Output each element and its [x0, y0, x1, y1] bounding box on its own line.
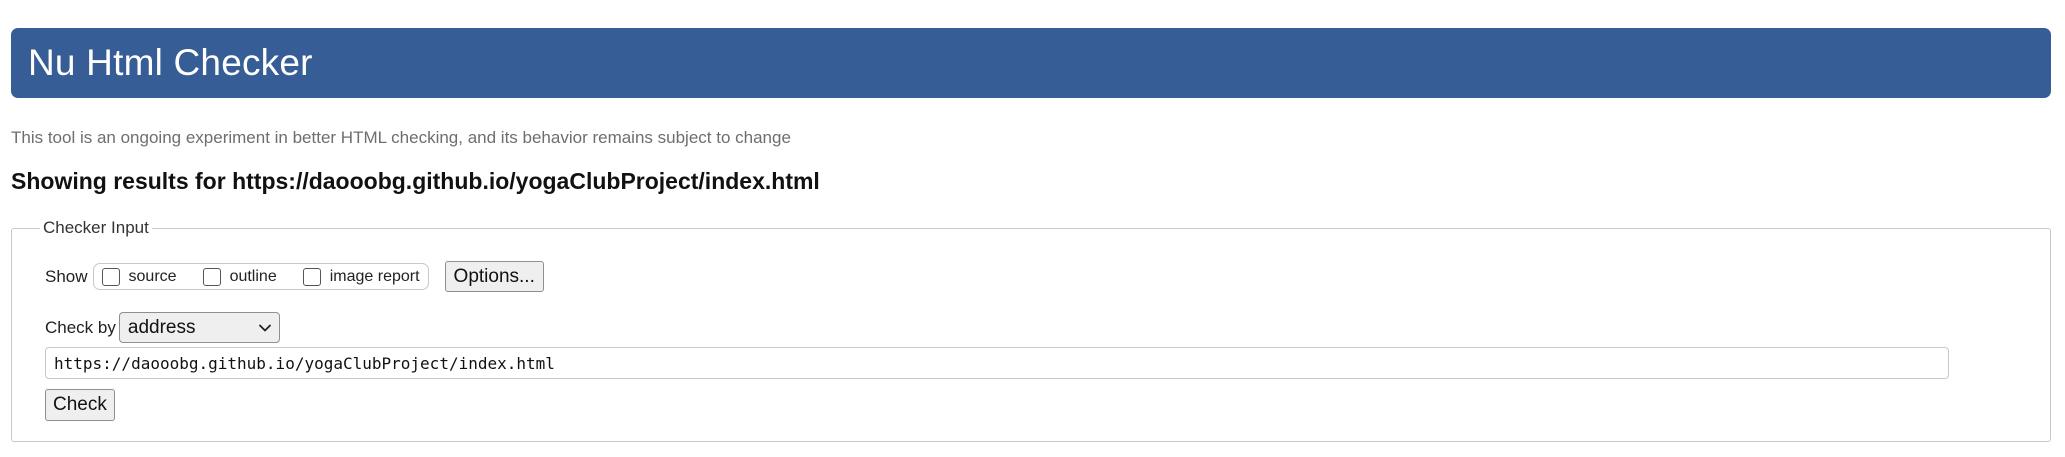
header-banner: Nu Html Checker — [11, 28, 2051, 98]
show-options-group: source outline image report — [92, 263, 429, 290]
source-label: source — [128, 267, 177, 285]
show-outline-option[interactable]: outline — [202, 267, 277, 286]
source-checkbox[interactable] — [101, 267, 120, 286]
check-button[interactable]: Check — [45, 389, 115, 421]
image-report-checkbox[interactable] — [302, 267, 321, 286]
results-heading: Showing results for https://daooobg.gith… — [11, 168, 820, 194]
page: Nu Html Checker This tool is an ongoing … — [0, 0, 2065, 457]
page-title: Nu Html Checker — [28, 42, 313, 83]
show-image-report-option[interactable]: image report — [302, 267, 420, 286]
show-row: Show source outline image report Options… — [45, 261, 544, 292]
chevron-down-icon — [258, 324, 271, 331]
checker-input-legend: Checker Input — [43, 218, 149, 237]
check-by-select[interactable]: address — [118, 312, 280, 343]
check-by-label: Check by — [45, 317, 116, 337]
show-source-option[interactable]: source — [101, 267, 177, 286]
tool-notice: This tool is an ongoing experiment in be… — [11, 128, 791, 147]
image-report-label: image report — [329, 267, 420, 285]
check-by-row: Check by address — [45, 312, 280, 343]
outline-checkbox[interactable] — [202, 267, 221, 286]
address-input-value: https://daooobg.github.io/yogaClubProjec… — [54, 353, 555, 373]
options-button[interactable]: Options... — [444, 261, 544, 292]
show-label: Show — [45, 266, 88, 286]
address-input[interactable]: https://daooobg.github.io/yogaClubProjec… — [45, 347, 1949, 379]
checker-input-fieldset: Checker Input — [11, 218, 2051, 442]
outline-label: outline — [229, 267, 277, 285]
check-by-selected-value: address — [127, 316, 196, 338]
